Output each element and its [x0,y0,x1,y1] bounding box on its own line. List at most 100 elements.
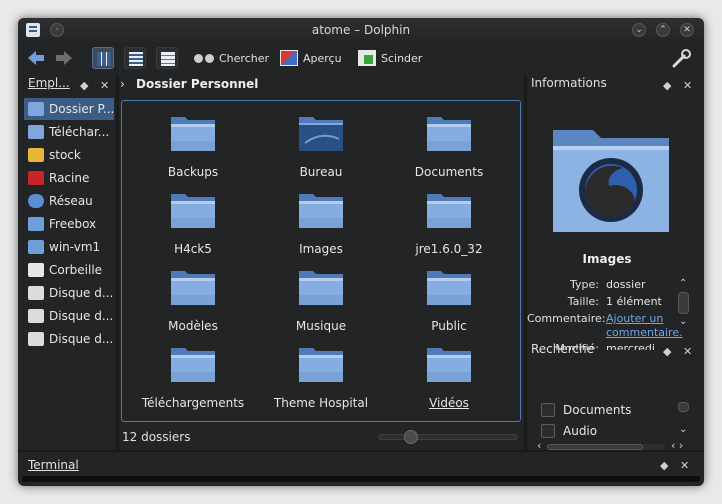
terminal-area[interactable] [22,476,700,482]
info-header: Informations ◆ ✕ [531,76,699,96]
folder-item[interactable]: H4ck5 [129,186,257,260]
search-scroll-right[interactable]: ‹ › [671,440,683,451]
search-option-audio[interactable]: Audio [541,423,671,441]
terminal-float-button[interactable]: ◆ [660,459,668,472]
folder-item[interactable]: jre1.6.0_32 [385,186,513,260]
info-type-key: Type: [570,278,599,291]
split-button[interactable]: Scinder [358,42,422,74]
minimize-button[interactable]: ⌄ [632,23,646,37]
search-vscroll-thumb[interactable] [678,402,689,412]
terminal-splitter[interactable] [18,450,704,452]
breadcrumb[interactable]: › Dossier Personnel [120,74,522,96]
icons-view-button[interactable] [92,47,114,69]
info-type-value: dossier [606,278,646,291]
places-title: Empl... [28,76,70,90]
search-header: Recherche ◆ ✕ [531,342,699,362]
folder-item[interactable]: Musique [257,263,385,337]
place-label: Disque d... [49,332,114,346]
add-comment-link-2[interactable]: commentaire. [606,326,683,339]
folder-icon [171,194,215,228]
zoom-slider[interactable] [378,430,518,444]
search-panel: Recherche ◆ ✕ Documents Audio ⌄ ‹ ‹ › [527,340,703,451]
binoculars-icon [194,52,214,64]
search-label: Chercher [219,51,270,65]
download-folder-icon [28,125,44,139]
maximize-button[interactable]: ⌃ [656,23,670,37]
forward-button[interactable] [54,48,74,68]
folder-icon [299,194,343,228]
breadcrumb-current[interactable]: Dossier Personnel [136,77,258,91]
place-item[interactable]: Disque d... [24,305,114,327]
zoom-slider-handle[interactable] [404,430,419,444]
back-button[interactable] [26,48,46,68]
info-scrollbar[interactable] [678,292,689,314]
folder-item[interactable]: Modèles [129,263,257,337]
network-share-icon [28,217,44,231]
wrench-icon [672,49,691,68]
place-item[interactable]: Freebox [24,213,114,235]
search-option-documents[interactable]: Documents [541,402,671,420]
info-close-button[interactable]: ✕ [683,79,692,92]
search-close-button[interactable]: ✕ [683,345,692,358]
compact-view-icon [129,52,143,66]
search-scroll-down[interactable]: ⌄ [679,424,687,435]
place-item[interactable]: Dossier P... [24,98,114,120]
info-scrollbar-thumb[interactable] [678,292,689,314]
chevron-right-icon: › [120,77,125,91]
folder-icon [299,271,343,305]
toolbar: Chercher Aperçu Scinder [18,42,704,74]
place-item[interactable]: Disque d... [24,282,114,304]
preview-button[interactable]: Aperçu [280,42,342,74]
folder-item[interactable]: Images [257,186,385,260]
folder-icon [427,271,471,305]
search-float-button[interactable]: ◆ [663,345,671,358]
folder-item[interactable]: Documents [385,109,513,183]
folder-item[interactable]: Backups [129,109,257,183]
back-arrow-icon [28,51,44,65]
audio-checkbox[interactable] [541,424,555,438]
folder-name: jre1.6.0_32 [415,242,483,256]
network-icon [28,194,44,208]
terminal-close-button[interactable]: ✕ [680,459,689,472]
status-bar: 12 dossiers [120,424,522,448]
place-item[interactable]: Disque d... [24,328,114,350]
search-scroll-left[interactable]: ‹ [537,440,541,451]
configure-button[interactable] [670,46,694,70]
folder-name: Public [431,319,467,333]
places-close-button[interactable]: ✕ [100,79,109,92]
close-button[interactable]: ✕ [680,23,694,37]
folder-view[interactable]: Backups Bureau Documents H4ck5 Images jre1.6.… [121,100,521,422]
folder-name: H4ck5 [174,242,212,256]
folder-item[interactable]: Vidéos [385,340,513,414]
places-float-button[interactable]: ◆ [80,79,88,92]
place-item[interactable]: Racine [24,167,114,189]
place-item[interactable]: Corbeille [24,259,114,281]
places-header: Empl... ◆ ✕ [28,76,118,96]
folder-item[interactable]: Bureau [257,109,385,183]
place-item[interactable]: Réseau [24,190,114,212]
place-label: Freebox [49,217,97,231]
info-scroll-down[interactable]: ⌄ [679,316,687,327]
place-item[interactable]: Téléchar... [24,121,114,143]
add-comment-link[interactable]: Ajouter un [606,312,663,325]
terminal-panel: Terminal ◆ ✕ [18,450,704,486]
details-view-icon [161,52,175,66]
details-view-button[interactable] [156,47,178,69]
folder-name: Vidéos [429,396,469,410]
info-scroll-up[interactable]: ⌃ [679,278,687,289]
documents-checkbox[interactable] [541,403,555,417]
place-item[interactable]: win-vm1 [24,236,114,258]
folder-item[interactable]: Téléchargements [129,340,257,414]
place-item[interactable]: stock [24,144,114,166]
icons-view-icon [97,52,111,66]
firefox-folder-icon [553,130,669,232]
search-button[interactable]: Chercher [194,42,269,74]
folder-item[interactable]: Public [385,263,513,337]
preview-label: Aperçu [303,51,342,65]
info-float-button[interactable]: ◆ [663,79,671,92]
folder-icon [171,348,215,382]
left-splitter[interactable] [116,74,119,450]
compact-view-button[interactable] [124,47,146,69]
folder-item[interactable]: Theme Hospital [257,340,385,414]
place-label: stock [49,148,81,162]
